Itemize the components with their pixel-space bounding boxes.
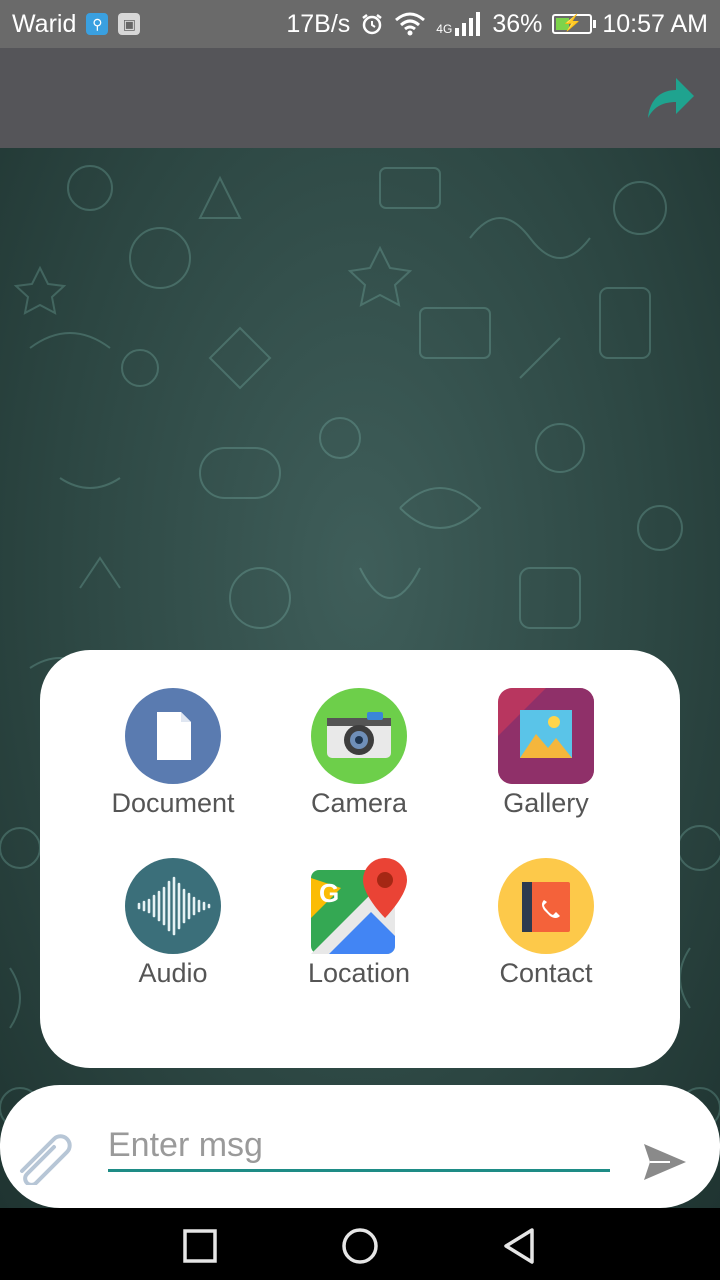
status-bar: Warid ⚲ ▣ 17B/s 4G 36% ⚡ 10:57 AM — [0, 0, 720, 48]
attachment-menu: Document Camera Gallery Audio G Location… — [40, 650, 680, 1068]
audio-waveform-icon — [125, 858, 221, 954]
attach-audio-label: Audio — [138, 958, 208, 988]
attach-document-label: Document — [111, 788, 235, 818]
send-icon[interactable] — [640, 1138, 688, 1186]
attach-location-button[interactable]: G Location — [266, 858, 452, 989]
image-notification-icon: ▣ — [118, 13, 141, 35]
system-nav-bar — [0, 1208, 720, 1280]
usb-icon: ⚲ — [86, 13, 109, 35]
attach-contact-button[interactable]: Contact — [453, 858, 639, 989]
alarm-icon — [362, 14, 383, 35]
recents-square-icon[interactable] — [180, 1226, 220, 1266]
attach-audio-button[interactable]: Audio — [80, 858, 266, 989]
carrier-name: Warid — [12, 9, 77, 38]
paperclip-icon[interactable] — [14, 1125, 78, 1185]
attach-location-label: Location — [307, 958, 411, 988]
contact-book-icon — [498, 858, 594, 954]
back-triangle-icon[interactable] — [500, 1226, 540, 1266]
forward-arrow-icon[interactable] — [646, 74, 696, 122]
network-type: 4G — [436, 22, 453, 36]
wifi-icon — [395, 12, 426, 36]
net-speed: 17B/s — [286, 9, 351, 38]
clock: 10:57 AM — [602, 9, 708, 38]
svg-text:G: G — [319, 878, 339, 908]
battery-percent: 36% — [492, 9, 543, 38]
attach-document-button[interactable]: Document — [80, 688, 266, 819]
attach-camera-label: Camera — [310, 788, 408, 818]
attach-camera-button[interactable]: Camera — [266, 688, 452, 819]
message-input[interactable] — [108, 1122, 610, 1172]
document-icon — [125, 688, 221, 784]
attach-gallery-button[interactable]: Gallery — [453, 688, 639, 819]
attach-gallery-label: Gallery — [503, 788, 589, 818]
toolbar — [0, 48, 720, 148]
camera-icon — [311, 688, 407, 784]
attach-contact-label: Contact — [499, 958, 593, 988]
gallery-icon — [498, 688, 594, 784]
home-circle-icon[interactable] — [340, 1226, 380, 1266]
battery-icon: ⚡ — [552, 14, 597, 34]
signal-icon — [455, 12, 481, 36]
maps-location-icon: G — [311, 858, 407, 954]
